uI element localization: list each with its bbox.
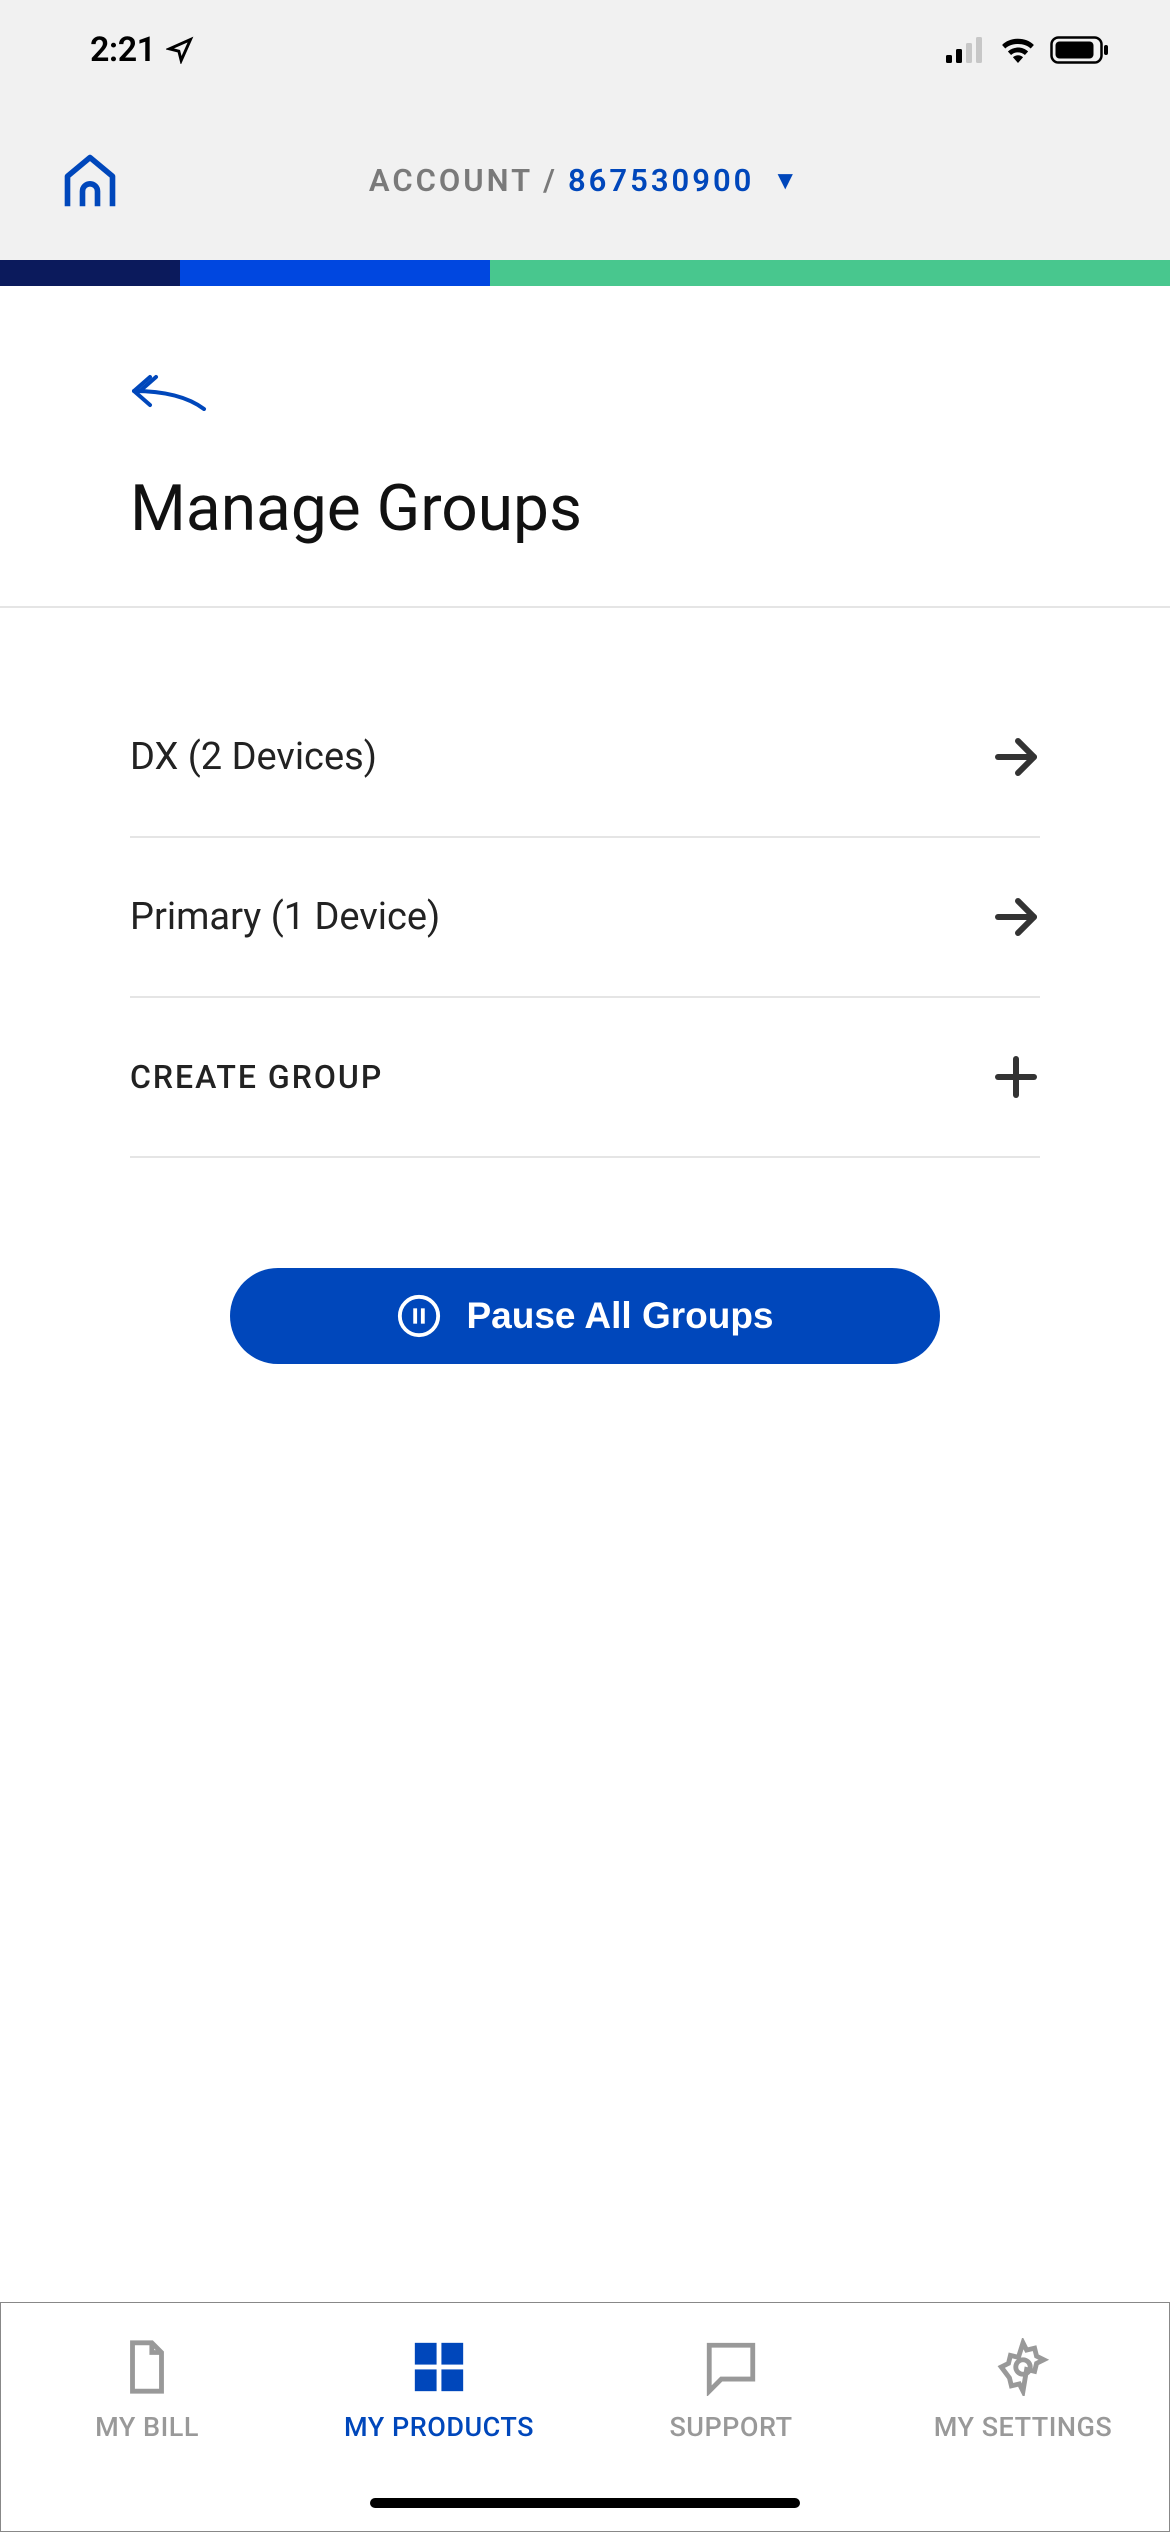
nav-support[interactable]: SUPPORT bbox=[585, 2338, 877, 2443]
groups-list: DX (2 Devices) Primary (1 Device) CREATE… bbox=[0, 678, 1170, 1158]
back-arrow-icon bbox=[130, 371, 210, 411]
nav-label: SUPPORT bbox=[669, 2411, 792, 2443]
group-label: Primary (1 Device) bbox=[130, 895, 440, 939]
grid-icon bbox=[410, 2338, 468, 2396]
battery-icon bbox=[1050, 36, 1110, 64]
status-time: 2:21 bbox=[90, 30, 194, 70]
create-group-row[interactable]: CREATE GROUP bbox=[130, 998, 1040, 1158]
chat-icon bbox=[702, 2338, 760, 2396]
account-selector[interactable]: ACCOUNT / 867530900 ▼ bbox=[369, 162, 801, 199]
status-time-text: 2:21 bbox=[90, 30, 156, 70]
back-button[interactable] bbox=[130, 371, 210, 421]
group-item-dx[interactable]: DX (2 Devices) bbox=[130, 678, 1040, 838]
app-header: ACCOUNT / 867530900 ▼ bbox=[0, 100, 1170, 260]
account-separator: / bbox=[543, 162, 558, 199]
dropdown-caret-icon: ▼ bbox=[772, 165, 801, 196]
account-number: 867530900 bbox=[568, 162, 754, 199]
nav-label: MY PRODUCTS bbox=[344, 2411, 534, 2443]
signal-icon bbox=[946, 37, 986, 63]
status-indicators bbox=[946, 36, 1110, 64]
pause-button-label: Pause All Groups bbox=[466, 1295, 773, 1337]
status-bar: 2:21 bbox=[0, 0, 1170, 100]
nav-my-bill[interactable]: MY BILL bbox=[1, 2338, 293, 2443]
nav-my-products[interactable]: MY PRODUCTS bbox=[293, 2338, 585, 2443]
wifi-icon bbox=[1000, 37, 1036, 63]
gear-icon bbox=[994, 2338, 1052, 2396]
page-title: Manage Groups bbox=[0, 441, 1170, 606]
page-content: Manage Groups DX (2 Devices) Primary (1 … bbox=[0, 286, 1170, 2302]
create-group-label: CREATE GROUP bbox=[130, 1058, 383, 1096]
plus-icon bbox=[992, 1053, 1040, 1101]
arrow-right-icon bbox=[992, 733, 1040, 781]
account-label: ACCOUNT bbox=[369, 162, 533, 199]
home-indicator[interactable] bbox=[370, 2498, 800, 2508]
nav-my-settings[interactable]: MY SETTINGS bbox=[877, 2338, 1169, 2443]
bill-icon bbox=[118, 2338, 176, 2396]
home-icon bbox=[60, 150, 120, 210]
progress-strip bbox=[0, 260, 1170, 286]
arrow-right-icon bbox=[992, 893, 1040, 941]
nav-label: MY BILL bbox=[95, 2411, 199, 2443]
home-button[interactable] bbox=[60, 150, 120, 210]
group-item-primary[interactable]: Primary (1 Device) bbox=[130, 838, 1040, 998]
location-arrow-icon bbox=[166, 36, 194, 64]
pause-all-groups-button[interactable]: Pause All Groups bbox=[230, 1268, 940, 1364]
group-label: DX (2 Devices) bbox=[130, 735, 377, 779]
pause-icon bbox=[396, 1293, 442, 1339]
nav-label: MY SETTINGS bbox=[934, 2411, 1112, 2443]
